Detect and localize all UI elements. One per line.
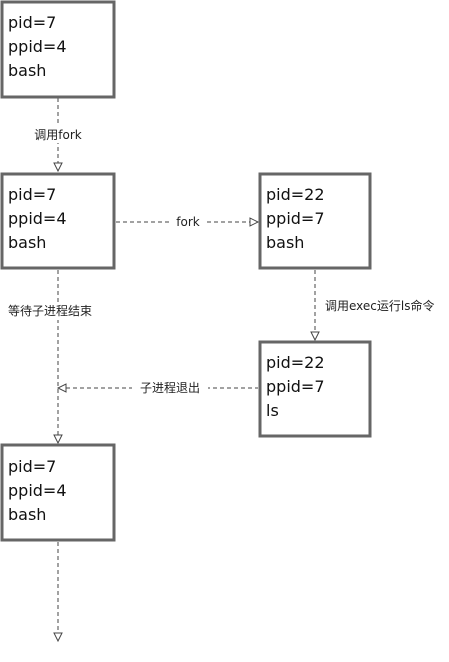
- process-ppid: ppid=7: [266, 377, 325, 396]
- edge-label-wait: 等待子进程结束: [5, 302, 109, 320]
- arrow-head-icon: [53, 632, 63, 643]
- process-ppid: ppid=4: [8, 37, 67, 56]
- process-box-parent-forking: pid=7 ppid=4 bash: [0, 172, 116, 270]
- process-pid: pid=22: [266, 185, 325, 204]
- process-ppid: ppid=4: [8, 209, 67, 228]
- process-command: bash: [8, 61, 46, 80]
- process-pid: pid=7: [8, 13, 56, 32]
- edge-label-text: 调用fork: [34, 128, 82, 142]
- edge-label-child-exit: 子进程退出: [132, 379, 208, 397]
- process-pid: pid=22: [266, 353, 325, 372]
- arrow-head-icon: [53, 162, 63, 173]
- edge-label-text: fork: [176, 215, 200, 229]
- edge-label-text: 调用exec运行ls命令: [325, 298, 434, 313]
- edge-wait: [53, 270, 63, 445]
- process-ppid: ppid=7: [266, 209, 325, 228]
- arrow-head-icon: [249, 217, 260, 227]
- edge-exec: [310, 270, 320, 342]
- arrow-head-icon: [56, 383, 67, 393]
- edge-continue: [53, 542, 63, 643]
- process-command: bash: [266, 233, 304, 252]
- process-box-parent-initial: pid=7 ppid=4 bash: [0, 0, 116, 99]
- edge-label-text: 等待子进程结束: [8, 303, 92, 318]
- process-pid: pid=7: [8, 185, 56, 204]
- process-command: ls: [266, 401, 279, 420]
- edge-label-exec: 调用exec运行ls命令: [322, 297, 449, 315]
- edge-label-fork: fork: [170, 213, 206, 231]
- edge-label-call-fork: 调用fork: [28, 125, 88, 143]
- process-command: bash: [8, 233, 46, 252]
- process-flow-diagram: 调用fork fork 等待子进程结束 调用exec运行ls命令 子进程退出 p…: [0, 0, 449, 643]
- process-ppid: ppid=4: [8, 481, 67, 500]
- edge-label-text: 子进程退出: [140, 380, 200, 395]
- arrow-head-icon: [310, 331, 320, 342]
- process-box-child-ls: pid=22 ppid=7 ls: [258, 340, 372, 438]
- process-box-parent-resumed: pid=7 ppid=4 bash: [0, 443, 116, 542]
- process-box-child-bash: pid=22 ppid=7 bash: [258, 172, 372, 270]
- process-command: bash: [8, 505, 46, 524]
- arrow-head-icon: [53, 434, 63, 445]
- process-pid: pid=7: [8, 457, 56, 476]
